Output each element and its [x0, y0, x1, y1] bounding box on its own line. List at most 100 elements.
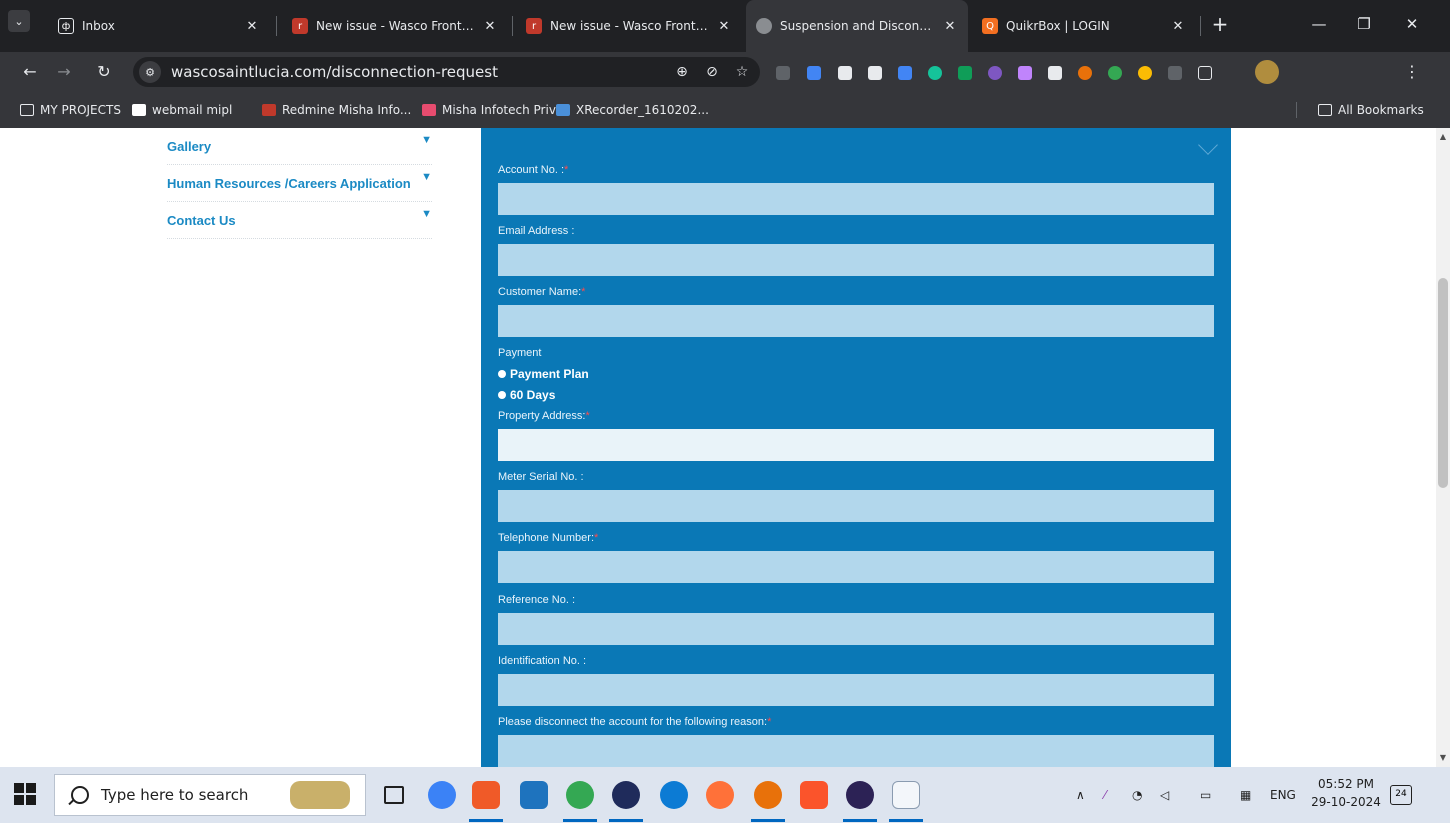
- file-explorer-icon[interactable]: [520, 781, 548, 809]
- chevron-down-icon[interactable]: ▼: [421, 134, 432, 146]
- address-bar[interactable]: ⚙ wascosaintlucia.com/disconnection-requ…: [133, 57, 760, 87]
- zoom-icon[interactable]: ⊕: [670, 64, 694, 80]
- sixty-days-radio[interactable]: 60 Days: [498, 388, 555, 402]
- eclipse-icon[interactable]: [612, 781, 640, 809]
- bookmark-misha-infotech[interactable]: Misha Infotech Priv...: [422, 92, 566, 128]
- email-input[interactable]: [498, 244, 1214, 276]
- close-tab-icon[interactable]: ✕: [482, 19, 498, 34]
- minimize-icon[interactable]: —: [1301, 10, 1337, 38]
- mail-favicon-icon: ф: [58, 18, 74, 34]
- brave-icon[interactable]: [800, 781, 828, 809]
- menu-kebab-icon[interactable]: ⋮: [1400, 60, 1424, 84]
- menu-item-gallery[interactable]: Gallery ▼: [167, 128, 432, 165]
- restore-icon[interactable]: ❐: [1346, 10, 1382, 38]
- translate-extension-icon[interactable]: [807, 66, 821, 80]
- circle-extension-icon[interactable]: [1108, 66, 1122, 80]
- page-scrollbar[interactable]: ▲ ▼: [1436, 128, 1450, 767]
- tab-separator: [1200, 16, 1201, 36]
- notepad-icon[interactable]: [892, 781, 920, 809]
- tab-new-issue-1[interactable]: r New issue - Wasco Frontend ✕: [282, 0, 508, 52]
- bookmark-all-bookmarks[interactable]: All Bookmarks: [1318, 92, 1424, 128]
- customer-name-input[interactable]: [498, 305, 1214, 337]
- pen-tray-icon[interactable]: ⁄: [1104, 767, 1106, 823]
- tab-suspension-active[interactable]: Suspension and Disconnecti ✕: [746, 0, 968, 52]
- emoji-extension-icon[interactable]: [1138, 66, 1152, 80]
- chrome-icon[interactable]: [566, 781, 594, 809]
- menu-item-contact-us[interactable]: Contact Us ▼: [167, 202, 432, 239]
- profile-avatar[interactable]: [1255, 60, 1279, 84]
- star-extension-icon[interactable]: [988, 66, 1002, 80]
- radio-circle-icon[interactable]: [498, 391, 506, 399]
- tracking-blocked-icon[interactable]: ⊘: [700, 64, 724, 80]
- bookmark-my-projects[interactable]: MY PROJECTS: [20, 92, 121, 128]
- keyboard-layout-icon[interactable]: ▦: [1240, 767, 1251, 823]
- notification-center-icon[interactable]: 24: [1390, 785, 1412, 805]
- volume-icon[interactable]: ◁: [1160, 767, 1169, 823]
- telephone-input[interactable]: [498, 551, 1214, 583]
- scroll-up-arrow-icon[interactable]: ▲: [1436, 130, 1450, 144]
- cursor-extension-icon[interactable]: [1048, 66, 1062, 80]
- reload-icon[interactable]: ↻: [92, 60, 116, 84]
- f-extension-icon[interactable]: [898, 66, 912, 80]
- new-tab-icon[interactable]: +: [1208, 12, 1232, 36]
- orange-extension-icon[interactable]: [1078, 66, 1092, 80]
- windows-start-icon[interactable]: [14, 783, 38, 807]
- pen-extension-icon[interactable]: [1018, 66, 1032, 80]
- forward-icon[interactable]: →: [52, 60, 76, 84]
- site-info-icon[interactable]: ⚙: [139, 61, 161, 83]
- eclipse-ide-icon[interactable]: [846, 781, 874, 809]
- screenshot-extension-icon[interactable]: [838, 66, 852, 80]
- close-tab-icon[interactable]: ✕: [942, 19, 958, 34]
- copilot-icon[interactable]: [428, 781, 456, 809]
- bookmark-redmine[interactable]: Redmine Misha Info...: [262, 92, 411, 128]
- radio-circle-icon[interactable]: [498, 370, 506, 378]
- bookmark-webmail[interactable]: webmail mipl: [132, 92, 232, 128]
- window-extension-icon[interactable]: [868, 66, 882, 80]
- chevron-down-icon[interactable]: ▼: [421, 208, 432, 220]
- n-extension-icon[interactable]: [958, 66, 972, 80]
- close-tab-icon[interactable]: ✕: [1170, 19, 1186, 34]
- scroll-thumb[interactable]: [1438, 278, 1448, 488]
- bookmark-star-icon[interactable]: ☆: [730, 64, 754, 80]
- required-mark: *: [564, 164, 569, 176]
- scroll-down-arrow-icon[interactable]: ▼: [1436, 751, 1450, 765]
- meter-serial-input[interactable]: [498, 490, 1214, 522]
- reason-textarea[interactable]: [498, 735, 1214, 767]
- taskbar-clock[interactable]: 05:52 PM 29-10-2024: [1310, 775, 1382, 811]
- chevron-down-icon[interactable]: [1198, 135, 1218, 155]
- show-hidden-icons-icon[interactable]: ∧: [1076, 767, 1085, 823]
- language-indicator[interactable]: ENG: [1270, 767, 1296, 823]
- search-highlight-icon[interactable]: [290, 781, 350, 809]
- skype-app-icon[interactable]: [472, 781, 500, 809]
- payment-plan-radio[interactable]: Payment Plan: [498, 367, 589, 381]
- tab-search-dropdown-icon[interactable]: ⌄: [8, 10, 30, 32]
- extensions-puzzle-icon[interactable]: [1198, 66, 1212, 80]
- task-view-icon[interactable]: [384, 786, 404, 804]
- battery-icon[interactable]: ▭: [1200, 767, 1211, 823]
- edge-icon[interactable]: [660, 781, 688, 809]
- disconnection-form: Account No. :* Email Address : Customer …: [481, 128, 1231, 767]
- account-no-input[interactable]: [498, 183, 1214, 215]
- identification-input[interactable]: [498, 674, 1214, 706]
- wifi-icon[interactable]: ◔: [1132, 767, 1142, 823]
- close-tab-icon[interactable]: ✕: [716, 19, 732, 34]
- back-icon[interactable]: ←: [18, 60, 42, 84]
- close-tab-icon[interactable]: ✕: [244, 19, 260, 34]
- tab-new-issue-2[interactable]: r New issue - Wasco Frontend ✕: [516, 0, 742, 52]
- property-address-input[interactable]: [498, 429, 1214, 461]
- close-window-icon[interactable]: ✕: [1394, 10, 1430, 38]
- crx-extension-icon[interactable]: [1168, 66, 1182, 80]
- reference-input[interactable]: [498, 613, 1214, 645]
- sigma-extension-icon[interactable]: [776, 66, 790, 80]
- active-app-indicator: [843, 819, 877, 822]
- tab-separator: [276, 16, 277, 36]
- grammarly-extension-icon[interactable]: [928, 66, 942, 80]
- firefox-icon[interactable]: [706, 781, 734, 809]
- bookmark-xrecorder[interactable]: XRecorder_1610202...: [556, 92, 709, 128]
- chevron-down-icon[interactable]: ▼: [421, 171, 432, 183]
- chrome-profile-icon[interactable]: [754, 781, 782, 809]
- menu-item-human-resources[interactable]: Human Resources /Careers Application ▼: [167, 165, 432, 202]
- address-url[interactable]: wascosaintlucia.com/disconnection-reques…: [171, 63, 670, 81]
- tab-quikrbox[interactable]: Q QuikrBox | LOGIN ✕: [972, 0, 1196, 52]
- tab-inbox[interactable]: ф Inbox ✕: [48, 0, 270, 52]
